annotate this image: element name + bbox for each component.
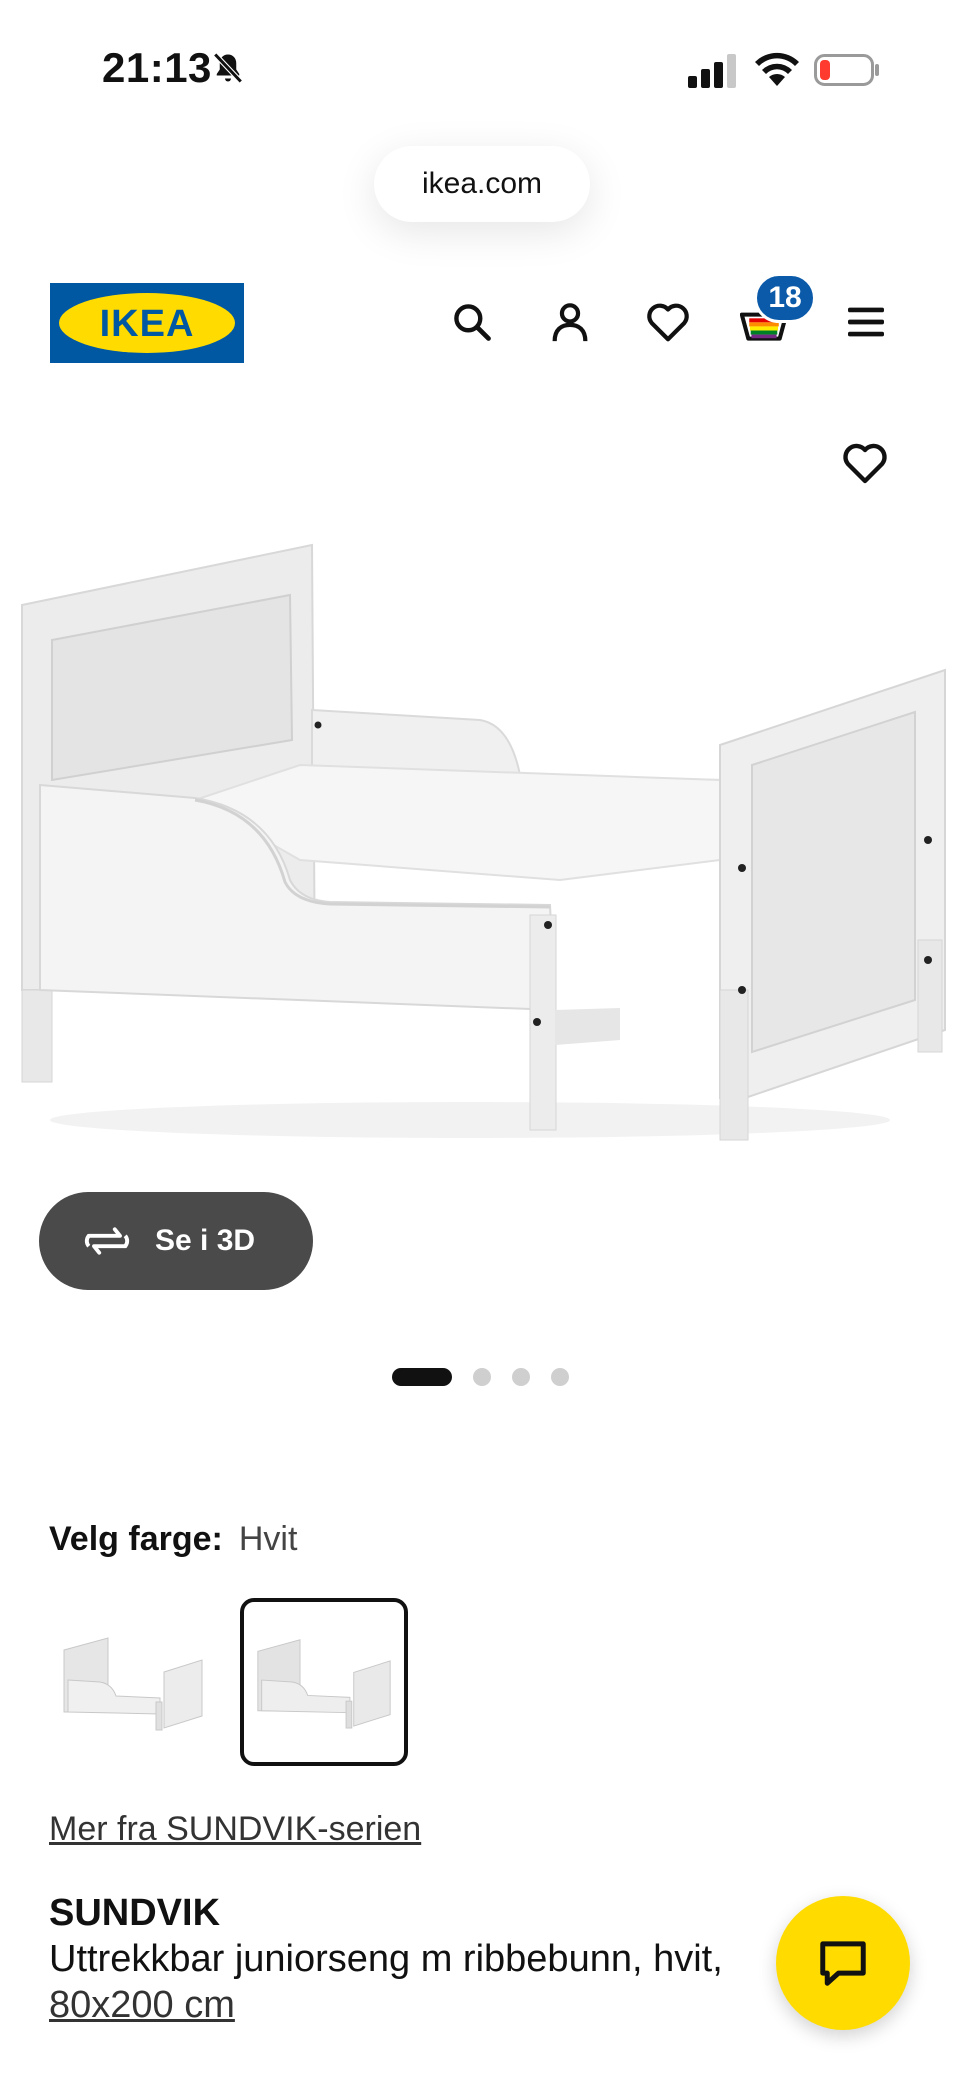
cart-count-badge: 18 — [754, 273, 816, 323]
product-name: SUNDVIK — [49, 1892, 221, 1934]
search-icon — [454, 304, 491, 341]
gallery-dot-4[interactable] — [551, 1368, 569, 1386]
url-text: ikea.com — [421, 167, 543, 200]
menu-button[interactable] — [842, 296, 890, 348]
product-size-link[interactable]: 80x200 cm — [49, 1984, 235, 2027]
chat-icon — [820, 1941, 866, 1986]
favorites-button[interactable] — [644, 296, 692, 348]
menu-icon — [848, 307, 884, 337]
color-label: Velg farge: — [49, 1520, 223, 1558]
color-selector-label: Velg farge: Hvit — [49, 1520, 297, 1559]
heart-icon — [843, 443, 887, 484]
gallery-dot-2[interactable] — [473, 1368, 491, 1386]
color-swatch-2-selected[interactable] — [240, 1598, 408, 1766]
view-in-3d-label: Se i 3D — [155, 1224, 256, 1257]
svg-text:IKEA: IKEA — [100, 303, 195, 345]
search-button[interactable] — [448, 296, 496, 348]
view-in-3d-button[interactable]: Se i 3D — [39, 1192, 313, 1290]
address-bar[interactable]: ikea.com — [374, 146, 590, 222]
gallery-dot-1[interactable] — [392, 1368, 452, 1386]
profile-button[interactable] — [546, 296, 594, 348]
color-swatch-1[interactable] — [49, 1598, 217, 1766]
battery-low-icon — [814, 54, 879, 86]
wifi-icon — [755, 52, 799, 86]
status-bar: 21:13 — [0, 0, 960, 140]
product-description: Uttrekkbar juniorseng m ribbebunn, hvit, — [49, 1938, 723, 1980]
chat-button[interactable] — [776, 1896, 910, 2030]
heart-icon — [647, 303, 689, 342]
series-link[interactable]: Mer fra SUNDVIK-serien — [49, 1810, 421, 1849]
status-time: 21:13 — [102, 44, 212, 91]
gallery-pagination — [392, 1368, 590, 1386]
product-image[interactable] — [0, 520, 960, 1160]
signal-icon — [688, 54, 736, 88]
add-to-wishlist-button[interactable] — [840, 438, 890, 488]
color-value: Hvit — [238, 1520, 298, 1558]
rotate-3d-icon — [84, 1227, 130, 1255]
ikea-logo[interactable]: IKEA — [50, 283, 244, 363]
bell-muted-icon — [213, 52, 243, 84]
swatch-thumbnail — [63, 1637, 203, 1731]
profile-icon — [552, 303, 588, 342]
gallery-dot-3[interactable] — [512, 1368, 530, 1386]
swatch-thumbnail — [257, 1639, 391, 1729]
